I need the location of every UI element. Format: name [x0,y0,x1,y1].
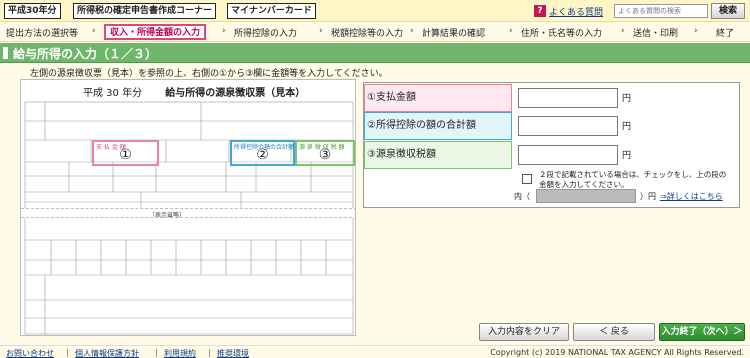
details-link[interactable]: ⇒詳しくはこちら [660,191,723,202]
deduction-total-input[interactable] [518,116,618,136]
step-3: 所得控除の入力 [234,29,298,39]
finish-input-next-button[interactable]: 入力終了（次へ）＞ [659,323,745,341]
step-2-active: 収入・所得金額の入力 [104,24,207,40]
footer-separator: | [208,348,211,357]
omitted-section: （表示省略） [21,208,355,219]
instruction-text: 左側の源泉徴収票（見本）を参照の上、右側の①から③欄に金額等を入力してください。 [30,69,388,79]
two-tier-checkbox-text: ２段で記載されている場合は、チェックをし、上の段の金額を入力してください。 [539,170,727,189]
withholding-slip-sample: 平成 30 年分 給与所得の源泉徴収票（見本） （表示省略） 支 払 金 額 ①… [20,79,356,336]
inner-amount-unit: ）円 [640,192,656,201]
inner-amount-input[interactable] [536,189,636,203]
field-row-payment: ①支払金額 円 [364,84,741,112]
step-8: 終了 [716,29,735,39]
step-arrow-icon: › [410,26,414,36]
faq-link[interactable]: ? よくある質問 [534,3,603,19]
inner-amount-label: 内（ [514,192,530,201]
step-arrow-icon: › [222,26,226,36]
highlight-number-2: ② [256,147,269,163]
highlight-withholding-tax: 源 泉 徴 収 税 額 ③ [295,140,355,166]
two-tier-checkbox[interactable] [522,174,532,184]
step-arrow-icon: › [509,26,513,36]
income-input-panel: ①支払金額 円 ②所得控除の額の合計額 円 ③源泉徴収税額 円 ２段で記載されて… [363,82,740,208]
footer-separator: | [155,348,158,357]
copyright: Copyright (c) 2019 NATIONAL TAX AGENCY A… [490,348,744,357]
yen-unit: 円 [622,122,632,132]
page-title-bar: 給与所得の入力（１／３） [0,43,750,63]
withholding-tax-label: ③源泉徴収税額 [364,141,512,169]
highlight-payment-amount: 支 払 金 額 ① [92,140,159,166]
page-title: 給与所得の入力（１／３） [13,47,158,61]
back-button[interactable]: ＜ 戻る [573,323,655,341]
step-7: 送信・印刷 [633,29,679,39]
omitted-label: （表示省略） [149,212,186,219]
sample-form-title: 給与所得の源泉徴収票（見本） [165,88,306,99]
highlight-number-1: ① [119,147,132,163]
footer-link-environment[interactable]: 推奨環境 [217,348,249,358]
step-arrow-icon: › [319,26,323,36]
footer-link-contact[interactable]: お問い合わせ [6,348,54,358]
title-marker [3,47,8,59]
footer: お問い合わせ | 個人情報保護方針 | 利用規約 | 推奨環境 Copyrigh… [0,345,750,358]
deduction-total-label: ②所得控除の額の合計額 [364,112,512,140]
footer-link-terms[interactable]: 利用規約 [164,348,196,358]
footer-link-privacy[interactable]: 個人情報保護方針 [75,348,139,358]
step-arrow-icon: › [694,26,698,36]
question-icon: ? [534,5,546,17]
field-row-withholding: ③源泉徴収税額 円 [364,141,741,169]
top-bar: 平成30年分 所得税の確定申告書作成コーナー マイナンバーカード ? よくある質… [0,0,750,22]
highlight-deduction-total: 所得控除の額の合計額 ② [230,140,295,166]
yen-unit: 円 [622,151,632,161]
faq-label[interactable]: よくある質問 [549,5,603,18]
faq-search-input[interactable] [614,4,708,18]
payment-amount-input[interactable] [518,88,618,108]
sample-year: 平成 30 年分 [83,88,143,99]
tax-year-tag: 平成30年分 [4,3,61,19]
mynumber-card-tag: マイナンバーカード [227,3,316,19]
step-6: 住所・氏名等の入力 [521,29,603,39]
slip-form-lines [24,101,354,335]
step-arrow-icon: › [621,26,625,36]
clear-input-button[interactable]: 入力内容をクリア [479,323,569,341]
step-1: 提出方法の選択等 [6,29,79,39]
step-5: 計算結果の確認 [422,29,486,39]
sample-title: 平成 30 年分 給与所得の源泉徴収票（見本） [83,84,305,99]
search-button[interactable]: 検索 [711,3,745,19]
step-4: 税額控除等の入力 [331,29,404,39]
payment-amount-label: ①支払金額 [364,84,512,112]
step-arrow-icon: › [92,26,96,36]
field-row-deduction: ②所得控除の額の合計額 円 [364,112,741,140]
footer-separator: | [66,348,69,357]
withholding-tax-input[interactable] [518,145,618,165]
step-navigation: 提出方法の選択等 › 収入・所得金額の入力 › 所得控除の入力 › 税額控除等の… [0,22,750,42]
highlight-number-3: ③ [318,147,332,163]
yen-unit: 円 [622,94,632,104]
corner-name-tag: 所得税の確定申告書作成コーナー [73,3,217,19]
